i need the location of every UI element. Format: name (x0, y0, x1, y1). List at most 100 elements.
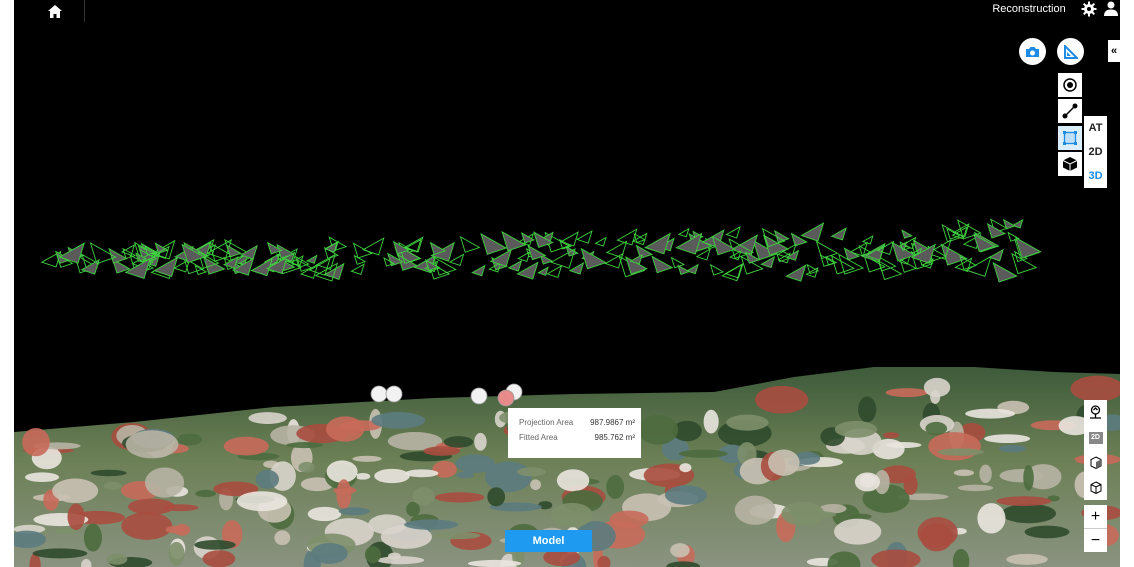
mesh-patch (32, 548, 88, 559)
mesh-patch (195, 489, 217, 498)
gear-icon[interactable] (1080, 0, 1098, 18)
mesh-patch (768, 449, 800, 476)
measurement-tooltip: Projection Area 987.9867 m² Fitted Area … (508, 408, 641, 458)
mode-2d[interactable]: 2D (1084, 140, 1107, 164)
camera-frustum (728, 250, 742, 261)
mesh-patch (925, 421, 948, 436)
zoom-in-button[interactable]: + (1084, 505, 1107, 528)
mesh-patch (999, 468, 1044, 483)
camera-frustum (992, 261, 1018, 283)
projection-area-label: Projection Area (519, 418, 574, 427)
measurement-marker[interactable] (497, 389, 515, 407)
camera-frustum (507, 259, 523, 272)
mesh-patch (307, 506, 342, 522)
camera-icon[interactable] (1019, 38, 1046, 65)
mesh-patch (670, 543, 690, 558)
mesh-patch (1006, 553, 1048, 565)
camera-frustum (448, 253, 465, 267)
mode-switcher: AT 2D 3D (1084, 116, 1107, 188)
camera-frustum (576, 230, 593, 244)
reconstruction-scene (14, 218, 1120, 567)
mesh-patch (679, 463, 692, 473)
polyline-icon[interactable] (1058, 99, 1082, 123)
fitted-area-row: Fitted Area 985.762 m² (519, 433, 635, 442)
2d-view-icon[interactable]: 2D (1084, 425, 1107, 450)
user-icon[interactable] (1102, 0, 1120, 18)
mesh-patch (917, 517, 958, 548)
zoom-out-button[interactable]: − (1084, 529, 1107, 552)
mesh-patch (886, 442, 922, 449)
measurement-marker[interactable] (370, 385, 388, 403)
mesh-patch (236, 491, 288, 512)
mesh-patch (530, 479, 541, 491)
camera-frustum (988, 248, 1004, 262)
3d-viewport[interactable]: « AT 2D 3D Projection Area 987.9867 m² F… (14, 22, 1120, 567)
box-icon[interactable] (1084, 450, 1107, 475)
mesh-patch (834, 518, 882, 545)
mesh-patch (336, 479, 352, 510)
camera-frustum (644, 232, 671, 255)
collapse-panel-button[interactable]: « (1108, 40, 1120, 62)
camera-frustum (677, 227, 690, 238)
mesh-patch (106, 553, 128, 565)
camera-frustum (362, 237, 385, 256)
mesh-patch (22, 427, 50, 457)
camera-frustum (709, 263, 725, 276)
projection-area-value: 987.9867 m² (590, 418, 635, 427)
mesh-patch (443, 436, 474, 448)
mesh-patch (834, 421, 878, 438)
mesh-patch (423, 446, 461, 456)
cube-icon[interactable] (1084, 475, 1107, 500)
mesh-patch (286, 442, 324, 449)
measurement-marker[interactable] (385, 385, 403, 403)
mesh-patch (1023, 464, 1034, 491)
area-icon[interactable] (1058, 126, 1082, 150)
mesh-patch (726, 414, 769, 431)
mesh-patch (435, 492, 485, 503)
point-icon[interactable] (1058, 73, 1082, 97)
camera-frustum (616, 228, 638, 246)
mesh-patch (377, 556, 425, 565)
mesh-patch (194, 540, 236, 550)
mesh-patch (977, 503, 1006, 534)
camera-frustum (940, 243, 968, 266)
home-icon[interactable] (38, 0, 72, 22)
mesh-patch (930, 390, 941, 404)
mesh-patch (405, 469, 439, 478)
mode-3d[interactable]: 3D (1084, 164, 1107, 188)
terrain-icon[interactable] (1084, 400, 1107, 425)
mesh-patch (145, 467, 185, 498)
mode-at[interactable]: AT (1084, 116, 1107, 140)
mesh-patch (248, 412, 287, 424)
camera-frustum (546, 264, 563, 279)
mesh-patch (517, 467, 546, 477)
mesh-patch (412, 487, 435, 506)
camera-frustum (670, 256, 686, 269)
model-button[interactable]: Model (505, 530, 592, 552)
mesh-patch (338, 507, 370, 516)
mesh-patch (609, 510, 649, 529)
mesh-patch (298, 461, 315, 473)
mesh-patch (551, 502, 593, 528)
mesh-patch (755, 385, 809, 414)
mesh-patch (734, 495, 776, 525)
2d-view-label: 2D (1088, 431, 1103, 444)
camera-frustum (725, 225, 741, 239)
camera-frustum (459, 235, 481, 253)
mesh-patch (1024, 525, 1070, 539)
camera-frustum (305, 254, 318, 264)
camera-frustum (605, 240, 628, 258)
mesh-patch (24, 472, 60, 483)
mesh-patch (484, 461, 532, 493)
camera-frustum (685, 263, 699, 275)
camera-frustum (594, 236, 607, 247)
mesh-patch (368, 514, 407, 535)
volume-icon[interactable] (1058, 152, 1082, 176)
mesh-patch (903, 474, 918, 496)
camera-frustum (560, 231, 579, 247)
measure-icon[interactable] (1057, 38, 1084, 65)
mesh-patch (858, 396, 877, 423)
measurement-marker[interactable] (470, 387, 488, 405)
camera-frustum (861, 235, 874, 245)
mesh-patch (274, 530, 291, 546)
